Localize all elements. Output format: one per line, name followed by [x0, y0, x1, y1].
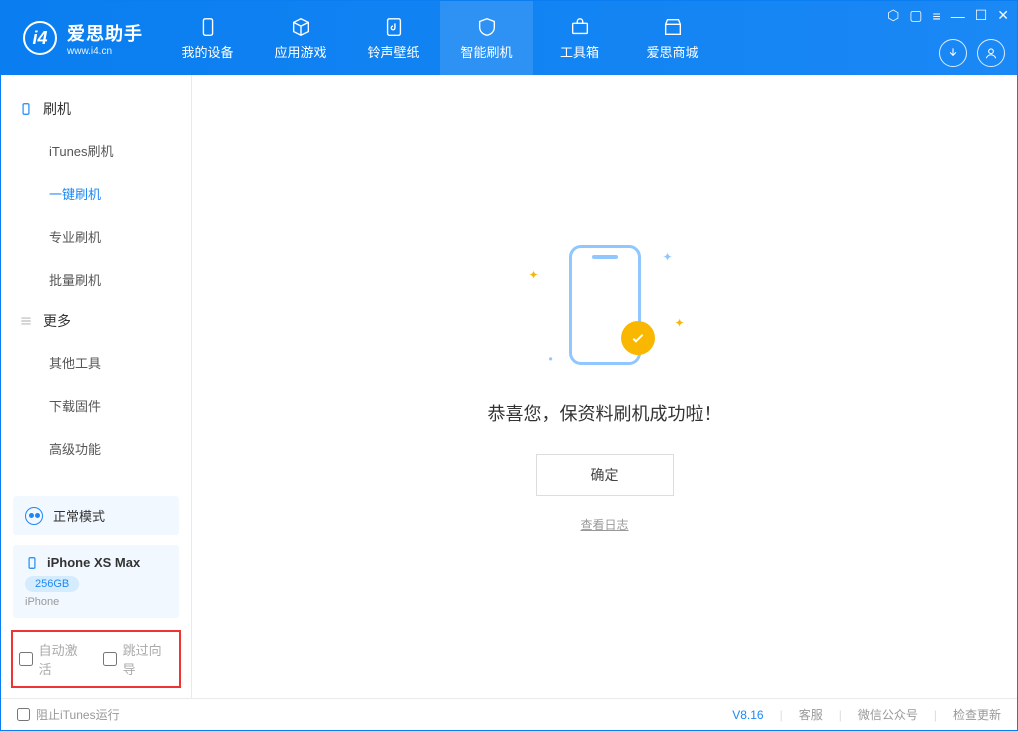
top-nav: 我的设备 应用游戏 铃声壁纸 智能刷机 工具箱 爱思商城	[161, 1, 719, 75]
group-title: 更多	[43, 311, 71, 331]
checkbox-input[interactable]	[19, 652, 33, 666]
close-button[interactable]: ✕	[997, 7, 1009, 24]
main-content: ✦ ✦ • ✦ 恭喜您，保资料刷机成功啦！ 确定 查看日志	[192, 75, 1017, 698]
sidebar-item-itunes-flash[interactable]: iTunes刷机	[1, 129, 191, 172]
wechat-link[interactable]: 微信公众号	[858, 706, 918, 723]
auto-activate-checkbox[interactable]: 自动激活	[19, 640, 89, 678]
ok-button[interactable]: 确定	[536, 454, 674, 496]
sidebar-item-oneclick-flash[interactable]: 一键刷机	[1, 172, 191, 215]
lock-icon[interactable]: ▢	[909, 7, 922, 24]
skip-guide-checkbox[interactable]: 跳过向导	[103, 640, 173, 678]
block-itunes-checkbox[interactable]: 阻止iTunes运行	[17, 706, 120, 723]
nav-label: 智能刷机	[460, 42, 512, 61]
nav-store[interactable]: 爱思商城	[626, 1, 719, 75]
statusbar: 阻止iTunes运行 V8.16 | 客服 | 微信公众号 | 检查更新	[1, 698, 1017, 730]
brand-name: 爱思助手	[67, 20, 143, 46]
version-label: V8.16	[732, 708, 763, 722]
sidebar-item-other-tools[interactable]: 其他工具	[1, 341, 191, 384]
nav-ringtones[interactable]: 铃声壁纸	[347, 1, 440, 75]
check-update-link[interactable]: 检查更新	[953, 706, 1001, 723]
nav-smart-flash[interactable]: 智能刷机	[440, 1, 533, 75]
sparkle-icon: ✦	[529, 268, 539, 282]
shirt-icon[interactable]: ⬡	[887, 7, 899, 24]
device-name: iPhone XS Max	[47, 555, 140, 570]
device-mode[interactable]: 正常模式	[13, 496, 179, 535]
user-icon	[984, 46, 998, 60]
view-log-link[interactable]: 查看日志	[580, 516, 628, 533]
sidebar-item-batch-flash[interactable]: 批量刷机	[1, 258, 191, 301]
device-info[interactable]: iPhone XS Max 256GB iPhone	[13, 545, 179, 618]
checkbox-input[interactable]	[17, 708, 30, 721]
sidebar: 刷机 iTunes刷机 一键刷机 专业刷机 批量刷机 更多 其他工具 下载固件 …	[1, 75, 192, 698]
separator: |	[780, 708, 783, 722]
sidebar-group-more: 更多	[1, 301, 191, 341]
separator: |	[934, 708, 937, 722]
cube-icon	[290, 16, 312, 38]
checkbox-label: 自动激活	[39, 640, 89, 678]
device-storage: 256GB	[25, 576, 79, 592]
checkbox-input[interactable]	[103, 652, 117, 666]
bottom-options-highlight: 自动激活 跳过向导	[11, 630, 181, 688]
nav-label: 铃声壁纸	[367, 42, 419, 61]
success-illustration: ✦ ✦ • ✦	[515, 240, 695, 370]
success-check-icon	[621, 321, 655, 355]
sidebar-item-pro-flash[interactable]: 专业刷机	[1, 215, 191, 258]
store-icon	[662, 16, 684, 38]
separator: |	[839, 708, 842, 722]
titlebar: i4 爱思助手 www.i4.cn 我的设备 应用游戏 铃声壁纸 智能刷机	[1, 1, 1017, 75]
nav-label: 工具箱	[560, 42, 599, 61]
sidebar-item-advanced[interactable]: 高级功能	[1, 427, 191, 470]
nav-apps-games[interactable]: 应用游戏	[254, 1, 347, 75]
menu-icon[interactable]: ≡	[933, 8, 941, 24]
maximize-button[interactable]: ☐	[975, 7, 988, 24]
music-icon	[383, 16, 405, 38]
app-window: i4 爱思助手 www.i4.cn 我的设备 应用游戏 铃声壁纸 智能刷机	[0, 0, 1018, 731]
titlebar-round-buttons	[939, 39, 1005, 67]
minimize-button[interactable]: —	[951, 8, 965, 24]
download-button[interactable]	[939, 39, 967, 67]
logo: i4 爱思助手 www.i4.cn	[1, 1, 161, 75]
sidebar-item-download-fw[interactable]: 下载固件	[1, 384, 191, 427]
sparkle-icon: •	[549, 352, 553, 366]
nav-label: 我的设备	[181, 42, 233, 61]
phone-icon	[197, 16, 219, 38]
success-message: 恭喜您，保资料刷机成功啦！	[488, 400, 722, 426]
device-panel: 正常模式 iPhone XS Max 256GB iPhone	[1, 496, 191, 630]
checkbox-label: 跳过向导	[123, 640, 173, 678]
mode-icon	[25, 507, 43, 525]
group-title: 刷机	[43, 99, 71, 119]
checkbox-label: 阻止iTunes运行	[36, 706, 120, 723]
device-type: iPhone	[25, 596, 167, 608]
nav-label: 爱思商城	[646, 42, 698, 61]
toolbox-icon	[569, 16, 591, 38]
nav-my-device[interactable]: 我的设备	[161, 1, 254, 75]
body: 刷机 iTunes刷机 一键刷机 专业刷机 批量刷机 更多 其他工具 下载固件 …	[1, 75, 1017, 698]
support-link[interactable]: 客服	[799, 706, 823, 723]
list-icon	[19, 314, 33, 328]
logo-icon: i4	[23, 21, 57, 55]
nav-toolbox[interactable]: 工具箱	[533, 1, 626, 75]
sparkle-icon: ✦	[674, 316, 684, 330]
shield-icon	[476, 16, 498, 38]
download-icon	[946, 46, 960, 60]
phone-small-icon	[25, 556, 39, 570]
sparkle-icon: ✦	[662, 250, 672, 264]
sidebar-group-flash: 刷机	[1, 89, 191, 129]
brand-site: www.i4.cn	[67, 46, 143, 57]
device-icon	[19, 102, 33, 116]
user-button[interactable]	[977, 39, 1005, 67]
mode-label: 正常模式	[53, 506, 105, 525]
nav-label: 应用游戏	[274, 42, 326, 61]
window-controls: ⬡ ▢ ≡ — ☐ ✕	[887, 7, 1009, 24]
